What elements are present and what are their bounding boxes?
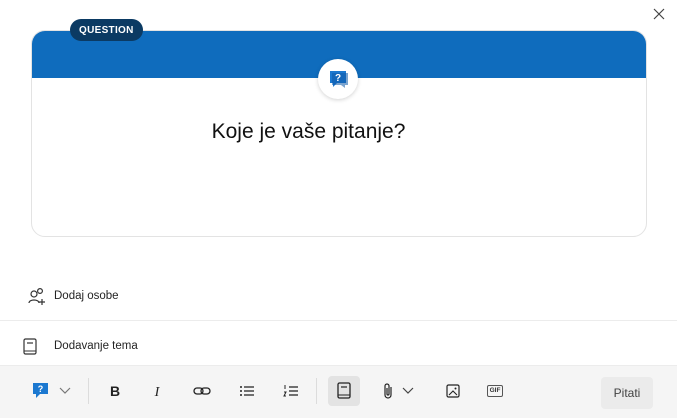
bold-button[interactable]: B <box>102 376 128 406</box>
svg-text:B: B <box>110 384 120 398</box>
svg-text:?: ? <box>38 384 44 394</box>
insert-image-button[interactable] <box>440 376 466 406</box>
submit-question-button[interactable]: Pitati <box>601 377 653 409</box>
close-button[interactable] <box>649 4 669 24</box>
toolbar-separator <box>88 378 89 404</box>
close-icon <box>653 8 665 20</box>
italic-icon: I <box>154 385 161 398</box>
question-bubble-icon: ? <box>33 383 48 398</box>
topic-button[interactable] <box>328 376 360 406</box>
bullet-list-icon <box>240 386 254 396</box>
add-topics-row[interactable]: Dodavanje tema <box>0 332 677 360</box>
numbered-list-button[interactable] <box>278 376 304 406</box>
attach-file-dropdown[interactable] <box>376 376 420 406</box>
question-type-badge: QUESTION <box>70 19 143 41</box>
svg-text:I: I <box>154 385 161 398</box>
add-people-row[interactable]: Dodaj osobe <box>0 282 677 310</box>
add-people-label: Dodaj osobe <box>54 290 119 302</box>
numbered-list-icon <box>283 385 298 397</box>
italic-button[interactable]: I <box>144 376 170 406</box>
add-people-icon <box>28 287 45 305</box>
book-icon <box>337 382 351 399</box>
post-type-dropdown[interactable]: ? <box>28 376 74 406</box>
compose-toolbar: ? B I GIF <box>0 366 677 418</box>
question-icon-circle: ? <box>318 59 358 99</box>
gif-icon: GIF <box>486 385 504 397</box>
bold-icon: B <box>110 384 120 398</box>
toolbar-separator <box>316 378 317 404</box>
link-button[interactable] <box>188 376 216 406</box>
link-icon <box>193 387 211 395</box>
question-bubble-icon: ? <box>330 71 348 88</box>
chevron-down-icon <box>59 387 71 394</box>
book-icon <box>23 338 37 355</box>
image-icon <box>446 384 460 398</box>
insert-gif-button[interactable]: GIF <box>482 376 508 406</box>
paperclip-icon <box>384 383 392 399</box>
add-topics-label: Dodavanje tema <box>54 340 138 352</box>
question-input[interactable]: Koje je vaše pitanje? <box>0 120 617 144</box>
bullet-list-button[interactable] <box>234 376 260 406</box>
chevron-down-icon <box>402 387 414 394</box>
divider <box>0 320 677 321</box>
svg-text:?: ? <box>335 73 341 84</box>
